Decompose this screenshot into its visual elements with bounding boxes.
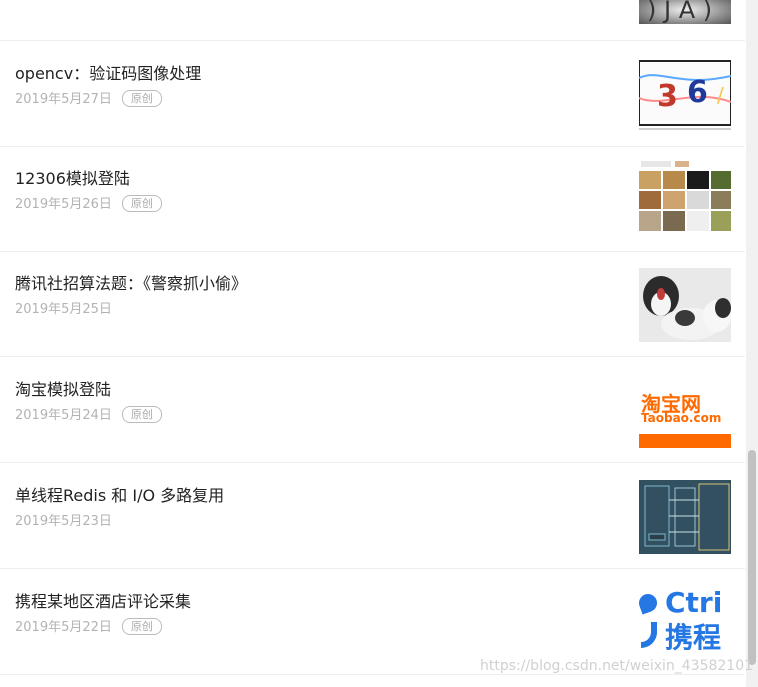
watermark: https://blog.csdn.net/weixin_43582101 [480, 658, 754, 674]
svg-text:3: 3 [657, 79, 678, 114]
article-title[interactable]: 12306模拟登陆 [15, 165, 130, 189]
taobao-logo-thumbnail[interactable]: 淘宝网 Taobao.com [639, 374, 731, 448]
article-date: 2019年5月25日 [15, 302, 112, 317]
ctrip-logo-thumbnail[interactable]: Ctri 携程 [639, 586, 731, 660]
article-title[interactable]: opencv：验证码图像处理 [15, 60, 201, 84]
article-thumbnail[interactable] [639, 159, 731, 233]
logo-swoosh [641, 622, 657, 648]
svg-text:6: 6 [687, 75, 708, 110]
list-item[interactable]: 腾讯社招算法题：《警察抓小偷》 2019年5月25日 [0, 252, 745, 357]
svg-text:) J A ): ) J A ) [647, 0, 712, 24]
article-title[interactable]: 淘宝模拟登陆 [15, 376, 111, 400]
list-item[interactable]: 淘宝模拟登陆 2019年5月24日 原创 淘宝网 Taobao.com [0, 358, 745, 463]
article-title[interactable]: 腾讯社招算法题：《警察抓小偷》 [15, 270, 247, 294]
scrollbar-thumb[interactable] [748, 450, 756, 665]
ctrip-logo-subtext: 携程 [665, 621, 722, 654]
list-item[interactable]: opencv：验证码图像处理 2019年5月27日 原创 3 6 / [0, 42, 745, 147]
article-date: 2019年5月26日 [15, 197, 112, 212]
article-title[interactable]: 单线程Redis 和 I/O 多路复用 [15, 482, 224, 506]
ctrip-logo-text: Ctri [665, 586, 723, 619]
article-date: 2019年5月27日 [15, 92, 112, 107]
list-item[interactable]: ) J A ) [0, 0, 745, 41]
taobao-logo-subtext: Taobao.com [641, 411, 722, 425]
original-badge: 原创 [121, 195, 162, 212]
article-meta: 2019年5月22日 原创 [15, 616, 162, 635]
article-meta: 2019年5月25日 [15, 298, 112, 317]
list-item[interactable]: 12306模拟登陆 2019年5月26日 原创 [0, 147, 745, 252]
original-badge: 原创 [121, 90, 162, 107]
svg-text:/: / [717, 83, 724, 107]
article-date: 2019年5月22日 [15, 620, 112, 635]
article-meta: 2019年5月23日 [15, 510, 112, 529]
article-date: 2019年5月24日 [15, 408, 112, 423]
article-meta: 2019年5月24日 原创 [15, 404, 162, 423]
dolphin-icon [639, 591, 660, 615]
article-date: 2019年5月23日 [15, 514, 112, 529]
taobao-orange-bar [639, 434, 731, 448]
original-badge: 原创 [121, 406, 162, 423]
article-thumbnail[interactable] [639, 268, 731, 342]
list-item[interactable]: 单线程Redis 和 I/O 多路复用 2019年5月23日 [0, 464, 745, 569]
article-meta: 2019年5月27日 原创 [15, 88, 162, 107]
article-thumbnail[interactable]: ) J A ) [639, 0, 731, 24]
article-title[interactable]: 携程某地区酒店评论采集 [15, 588, 191, 612]
original-badge: 原创 [121, 618, 162, 635]
article-thumbnail[interactable] [639, 480, 731, 554]
vertical-scrollbar[interactable] [746, 0, 758, 687]
article-thumbnail[interactable]: 3 6 / [639, 58, 731, 132]
article-meta: 2019年5月26日 原创 [15, 193, 162, 212]
